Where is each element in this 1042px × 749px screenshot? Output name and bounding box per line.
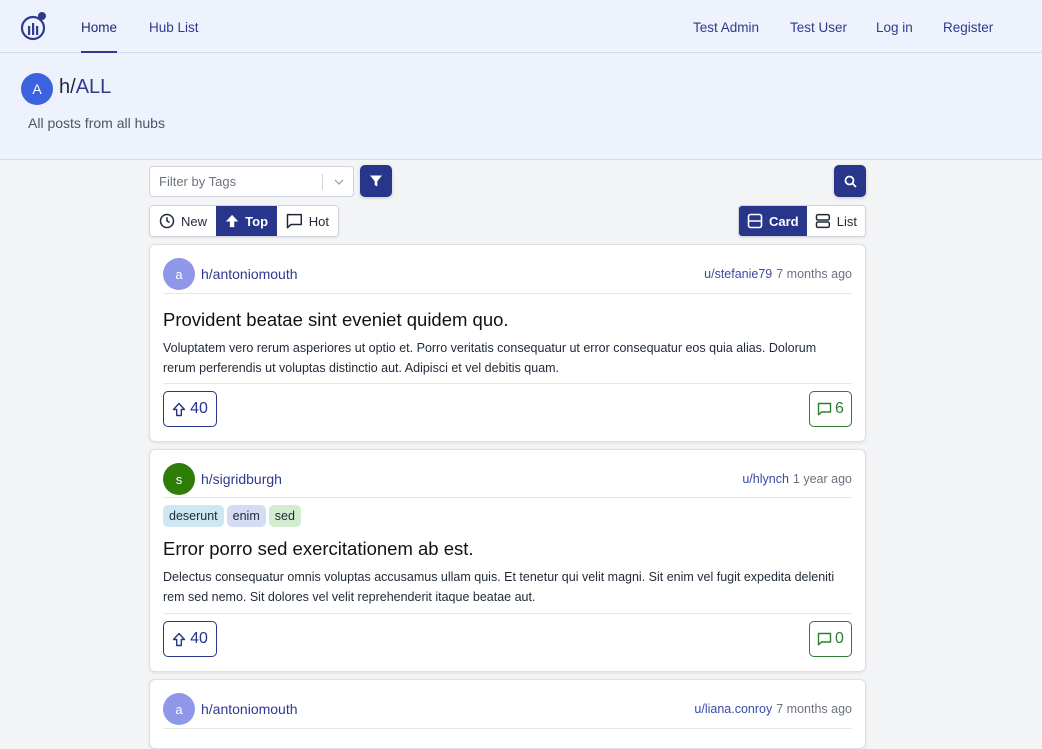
post-author-link[interactable]: u/hlynch [742,472,789,486]
tag-filter-select[interactable]: Filter by Tags [149,166,354,197]
post-hub-link[interactable]: h/antoniomouth [201,701,298,717]
post-body: Delectus consequatur omnis voluptas accu… [163,570,835,604]
apply-filter-button[interactable] [360,165,392,197]
message-square-icon [817,632,832,646]
search-button[interactable] [834,165,866,197]
tag-chip[interactable]: enim [226,505,266,527]
post-hub-link[interactable]: h/antoniomouth [201,266,298,282]
nav-hub-list[interactable]: Hub List [149,0,199,53]
view-list-label: List [836,213,857,229]
top-navbar: Home Hub List Test Admin Test User Log i… [0,0,1042,53]
sort-top-button[interactable]: Top [216,206,278,236]
post-card[interactable]: a h/antoniomouth u/stefanie79 7 months ag… [149,244,866,442]
post-time: 7 months ago [776,267,852,281]
sort-hot-label: Hot [308,213,330,229]
sort-new-label: New [181,213,208,229]
post-author-link[interactable]: u/stefanie79 [704,267,772,281]
divider [163,613,852,614]
hub-prefix: h/ [59,76,76,98]
view-card-label: Card [769,213,799,229]
view-toggle-group: Card List [738,205,866,237]
divider [163,497,852,498]
post-card[interactable]: s h/sigridburgh u/hlynch 1 year ago deser… [149,449,866,672]
post-time: 1 year ago [792,472,852,486]
arrow-up-icon [172,402,186,416]
chevron-down-icon [334,179,344,185]
hub-avatar[interactable]: a [163,693,195,725]
message-square-icon [286,213,303,229]
vote-count: 40 [190,630,208,647]
comments-button[interactable]: 6 [809,391,852,427]
view-card-button[interactable]: Card [739,206,807,236]
arrow-up-icon [172,632,186,646]
comment-count: 6 [835,400,844,417]
message-square-icon [817,402,832,416]
sort-hot-button[interactable]: Hot [277,206,338,236]
search-icon [844,175,857,188]
post-title[interactable]: Error porro sed exercitationem ab est. [163,538,474,560]
divider [163,728,852,729]
list-view-icon [815,213,831,229]
post-header: a h/antoniomouth u/stefanie79 7 months ag… [163,258,852,290]
nav-test-user[interactable]: Test User [790,0,847,53]
hub-avatar: A [21,73,53,105]
tag-chip[interactable]: sed [268,505,301,527]
post-author-link[interactable]: u/liana.conroy [694,702,772,716]
tag-filter-placeholder: Filter by Tags [159,174,237,189]
upvote-button[interactable]: 40 [163,621,217,657]
divider [163,293,852,294]
sort-top-label: Top [245,213,269,229]
view-list-button[interactable]: List [807,206,865,236]
hub-avatar[interactable]: a [163,258,195,290]
arrow-up-icon [225,214,239,228]
post-tags: deserunt enim sed [163,505,301,527]
post-meta: u/stefanie79 7 months ago [704,267,852,281]
post-header: s h/sigridburgh u/hlynch 1 year ago [163,463,852,495]
app-logo-icon[interactable] [20,11,48,41]
post-title[interactable]: Provident beatae sint eveniet quidem quo… [163,309,509,331]
filter-icon [370,175,382,187]
sort-new-button[interactable]: New [150,206,216,236]
nav-home[interactable]: Home [81,0,118,53]
hub-avatar[interactable]: s [163,463,195,495]
post-card[interactable]: a h/antoniomouth u/liana.conroy 7 months … [149,679,866,749]
post-meta: u/hlynch 1 year ago [742,472,852,486]
hub-description: All posts from all hubs [28,115,165,131]
select-separator [322,174,323,190]
post-time: 7 months ago [776,702,852,716]
nav-test-admin[interactable]: Test Admin [693,0,759,53]
sort-toggle-group: New Top Hot [149,205,339,237]
card-view-icon [747,213,763,229]
post-header: a h/antoniomouth u/liana.conroy 7 months … [163,693,852,725]
comment-count: 0 [835,630,844,647]
comments-button[interactable]: 0 [809,621,852,657]
tag-chip[interactable]: deserunt [163,505,224,527]
hub-name: ALL [75,76,112,98]
clock-icon [159,213,175,229]
post-meta: u/liana.conroy 7 months ago [694,702,852,716]
vote-count: 40 [190,400,208,417]
post-body: Voluptatem vero rerum asperiores ut opti… [163,341,817,375]
hub-header: A h/ALL All posts from all hubs [0,53,1042,160]
nav-login[interactable]: Log in [876,0,913,53]
hub-title: h/ALL [59,76,111,99]
post-hub-link[interactable]: h/sigridburgh [201,471,282,487]
upvote-button[interactable]: 40 [163,391,217,427]
nav-register[interactable]: Register [943,0,993,53]
divider [163,383,852,384]
